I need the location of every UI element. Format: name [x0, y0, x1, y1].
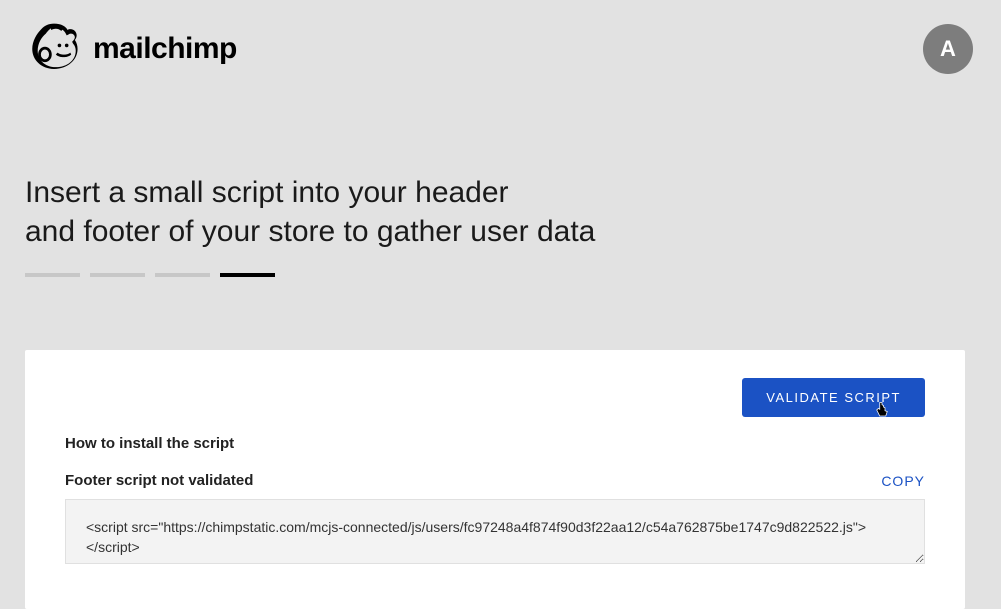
progress-step-2 [90, 273, 145, 277]
title-line-2: and footer of your store to gather user … [25, 215, 595, 248]
progress-indicator [0, 273, 1001, 277]
script-status-label: Footer script not validated [65, 472, 253, 489]
install-heading: How to install the script [65, 435, 925, 452]
mailchimp-icon [25, 20, 83, 78]
validate-script-button[interactable]: VALIDATE SCRIPT [742, 378, 925, 417]
page-title: Insert a small script into your header a… [0, 88, 1001, 271]
title-line-1: Insert a small script into your header [25, 176, 509, 209]
brand-logo[interactable]: mailchimp [25, 20, 237, 78]
script-card: VALIDATE SCRIPT How to install the scrip… [25, 350, 965, 609]
brand-name: mailchimp [93, 32, 237, 66]
copy-button[interactable]: COPY [881, 473, 925, 489]
script-textarea[interactable] [65, 499, 925, 564]
progress-step-1 [25, 273, 80, 277]
avatar[interactable]: A [923, 24, 973, 74]
avatar-initial: A [940, 36, 956, 62]
progress-step-3 [155, 273, 210, 277]
app-header: mailchimp A [0, 0, 1001, 88]
progress-step-4 [220, 273, 275, 277]
